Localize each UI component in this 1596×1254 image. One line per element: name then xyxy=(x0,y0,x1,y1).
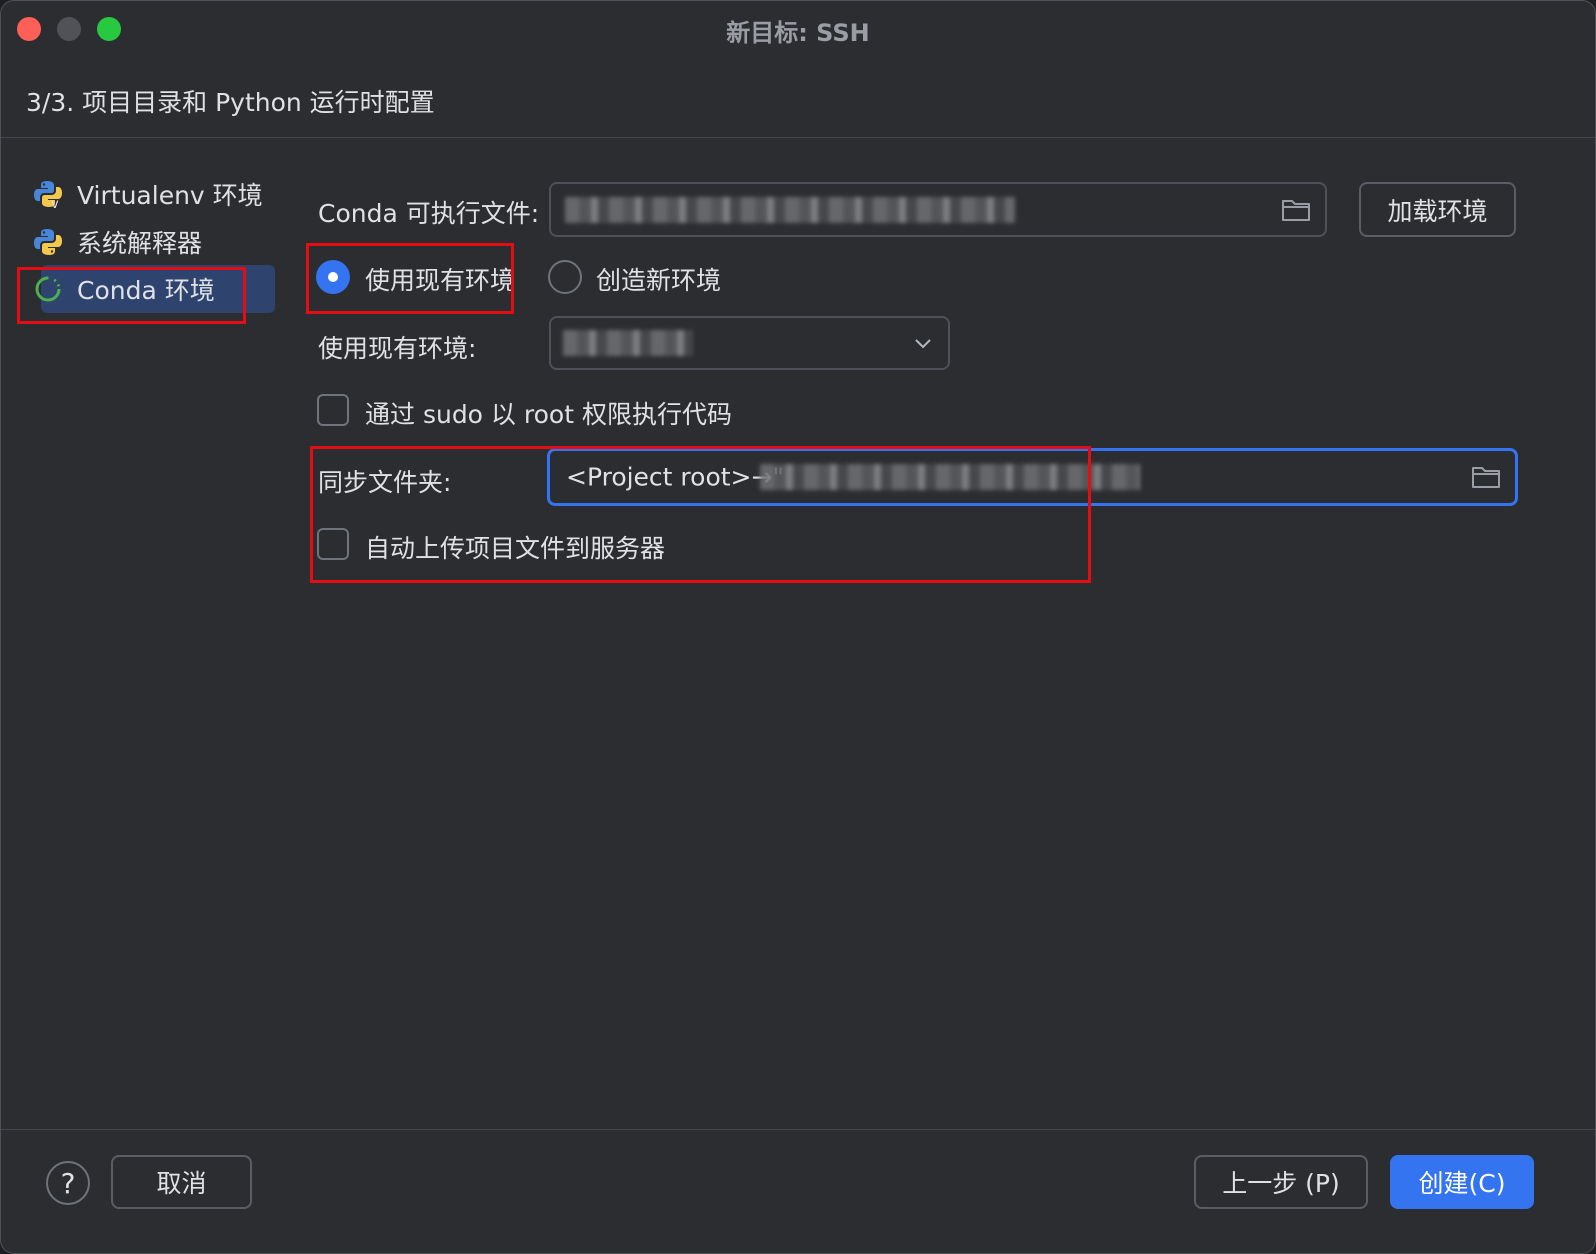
footer-divider xyxy=(1,1129,1595,1130)
sidebar-item-label: Conda 环境 xyxy=(77,276,215,305)
redacted-env-name xyxy=(563,330,693,356)
radio-create-new[interactable] xyxy=(548,260,582,294)
sync-folder-field[interactable]: <Project root>→" xyxy=(547,448,1518,506)
conda-executable-field[interactable] xyxy=(549,182,1327,237)
svg-text:v: v xyxy=(51,197,59,209)
sudo-checkbox[interactable] xyxy=(317,394,349,426)
radio-create-new-label[interactable]: 创造新环境 xyxy=(596,261,721,297)
window-title: 新目标: SSH xyxy=(726,19,870,47)
sidebar-item-label: Virtualenv 环境 xyxy=(77,181,263,210)
dialog-window: 新目标: SSH 3/3. 项目目录和 Python 运行时配置 v Virtu… xyxy=(0,0,1596,1254)
redacted-remote-path xyxy=(760,464,1140,490)
cancel-button[interactable]: 取消 xyxy=(111,1155,252,1209)
auto-upload-checkbox-label[interactable]: 自动上传项目文件到服务器 xyxy=(365,529,665,565)
existing-env-label: 使用现有环境: xyxy=(318,334,477,363)
folder-icon[interactable] xyxy=(1471,464,1501,490)
help-button[interactable]: ? xyxy=(46,1161,90,1205)
sidebar-item-conda[interactable]: Conda 环境 xyxy=(35,265,275,313)
sync-folder-label: 同步文件夹: xyxy=(318,468,452,497)
chevron-down-icon xyxy=(915,339,931,349)
folder-icon[interactable] xyxy=(1281,197,1311,223)
redacted-path xyxy=(565,196,1015,223)
sync-folder-value: <Project root>→" xyxy=(566,462,784,492)
sidebar-item-virtualenv[interactable]: v Virtualenv 环境 xyxy=(34,170,275,218)
sudo-checkbox-label[interactable]: 通过 sudo 以 root 权限执行代码 xyxy=(365,395,732,431)
conda-icon xyxy=(35,276,61,302)
load-environments-button[interactable]: 加载环境 xyxy=(1359,182,1516,237)
virtualenv-python-icon: v xyxy=(34,181,62,209)
create-button[interactable]: 创建(C) xyxy=(1390,1155,1534,1209)
title-bar: 新目标: SSH xyxy=(1,1,1595,57)
existing-env-dropdown[interactable] xyxy=(549,316,950,370)
header-divider xyxy=(1,137,1595,138)
conda-executable-label: Conda 可执行文件: xyxy=(318,199,540,228)
python-icon xyxy=(34,229,62,255)
previous-button[interactable]: 上一步 (P) xyxy=(1194,1155,1368,1209)
radio-use-existing[interactable] xyxy=(316,260,350,294)
radio-use-existing-label[interactable]: 使用现有环境 xyxy=(365,261,515,297)
sidebar-item-system-interpreter[interactable]: 系统解释器 xyxy=(34,218,275,266)
sidebar-item-label: 系统解释器 xyxy=(77,229,203,258)
auto-upload-checkbox[interactable] xyxy=(317,528,349,560)
step-header: 3/3. 项目目录和 Python 运行时配置 xyxy=(26,88,435,117)
